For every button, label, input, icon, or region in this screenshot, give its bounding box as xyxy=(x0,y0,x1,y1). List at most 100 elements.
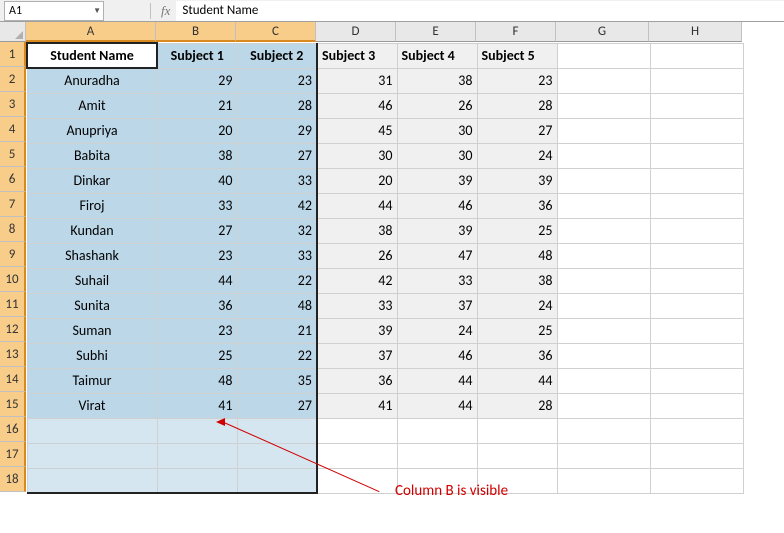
cell-3-F[interactable]: 28 xyxy=(477,93,557,118)
cell-17-D[interactable] xyxy=(317,443,397,468)
cell-16-C[interactable] xyxy=(237,418,317,443)
col-header-A[interactable]: A xyxy=(26,22,156,42)
cell-16-F[interactable] xyxy=(477,418,557,443)
row-header-18[interactable]: 18 xyxy=(0,467,26,492)
col-header-E[interactable]: E xyxy=(396,22,476,42)
cell-8-E[interactable]: 39 xyxy=(397,218,477,243)
row-header-9[interactable]: 9 xyxy=(0,242,26,267)
cell-16-D[interactable] xyxy=(317,418,397,443)
cell-10-G[interactable] xyxy=(557,268,650,293)
cell-4-B[interactable]: 20 xyxy=(157,118,237,143)
cell-11-E[interactable]: 37 xyxy=(397,293,477,318)
row-header-2[interactable]: 2 xyxy=(0,67,26,92)
cell-14-F[interactable]: 44 xyxy=(477,368,557,393)
cell-12-E[interactable]: 24 xyxy=(397,318,477,343)
cell-12-A[interactable]: Suman xyxy=(27,318,157,343)
cell-1-E[interactable]: Subject 4 xyxy=(397,43,477,68)
cell-8-B[interactable]: 27 xyxy=(157,218,237,243)
cell-12-B[interactable]: 23 xyxy=(157,318,237,343)
cell-18-G[interactable] xyxy=(557,468,650,493)
cell-10-F[interactable]: 38 xyxy=(477,268,557,293)
cell-17-B[interactable] xyxy=(157,443,237,468)
row-header-8[interactable]: 8 xyxy=(0,217,26,242)
cell-3-D[interactable]: 46 xyxy=(317,93,397,118)
cell-7-A[interactable]: Firoj xyxy=(27,193,157,218)
cell-2-E[interactable]: 38 xyxy=(397,68,477,93)
cell-17-A[interactable] xyxy=(27,443,157,468)
cell-2-F[interactable]: 23 xyxy=(477,68,557,93)
cell-6-C[interactable]: 33 xyxy=(237,168,317,193)
cell-9-A[interactable]: Shashank xyxy=(27,243,157,268)
row-header-10[interactable]: 10 xyxy=(0,267,26,292)
cell-15-E[interactable]: 44 xyxy=(397,393,477,418)
cell-11-D[interactable]: 33 xyxy=(317,293,397,318)
cell-7-E[interactable]: 46 xyxy=(397,193,477,218)
cell-13-F[interactable]: 36 xyxy=(477,343,557,368)
cell-18-A[interactable] xyxy=(27,468,157,493)
cell-6-D[interactable]: 20 xyxy=(317,168,397,193)
formula-input[interactable]: Student Name xyxy=(176,1,784,21)
row-header-17[interactable]: 17 xyxy=(0,442,26,467)
cell-10-B[interactable]: 44 xyxy=(157,268,237,293)
cell-6-H[interactable] xyxy=(650,168,743,193)
row-header-13[interactable]: 13 xyxy=(0,342,26,367)
cell-10-D[interactable]: 42 xyxy=(317,268,397,293)
cell-16-G[interactable] xyxy=(557,418,650,443)
cell-7-C[interactable]: 42 xyxy=(237,193,317,218)
cell-1-H[interactable] xyxy=(650,43,743,68)
cell-5-B[interactable]: 38 xyxy=(157,143,237,168)
cell-18-B[interactable] xyxy=(157,468,237,493)
cell-8-H[interactable] xyxy=(650,218,743,243)
cell-4-G[interactable] xyxy=(557,118,650,143)
col-header-B[interactable]: B xyxy=(156,22,236,42)
cell-12-H[interactable] xyxy=(650,318,743,343)
cell-8-F[interactable]: 25 xyxy=(477,218,557,243)
cell-3-G[interactable] xyxy=(557,93,650,118)
cell-9-C[interactable]: 33 xyxy=(237,243,317,268)
cell-17-H[interactable] xyxy=(650,443,743,468)
row-header-16[interactable]: 16 xyxy=(0,417,26,442)
cell-5-H[interactable] xyxy=(650,143,743,168)
cell-7-D[interactable]: 44 xyxy=(317,193,397,218)
cell-18-H[interactable] xyxy=(650,468,743,493)
cell-1-F[interactable]: Subject 5 xyxy=(477,43,557,68)
cell-6-F[interactable]: 39 xyxy=(477,168,557,193)
cell-2-C[interactable]: 23 xyxy=(237,68,317,93)
cell-1-D[interactable]: Subject 3 xyxy=(317,43,397,68)
cell-4-H[interactable] xyxy=(650,118,743,143)
cell-3-B[interactable]: 21 xyxy=(157,93,237,118)
cell-11-F[interactable]: 24 xyxy=(477,293,557,318)
cell-10-E[interactable]: 33 xyxy=(397,268,477,293)
cell-1-C[interactable]: Subject 2 xyxy=(237,43,317,68)
cell-15-C[interactable]: 27 xyxy=(237,393,317,418)
cell-14-A[interactable]: Taimur xyxy=(27,368,157,393)
cell-13-B[interactable]: 25 xyxy=(157,343,237,368)
cell-14-B[interactable]: 48 xyxy=(157,368,237,393)
cell-12-G[interactable] xyxy=(557,318,650,343)
select-all-corner[interactable] xyxy=(0,22,26,42)
row-header-15[interactable]: 15 xyxy=(0,392,26,417)
cell-15-D[interactable]: 41 xyxy=(317,393,397,418)
cell-13-D[interactable]: 37 xyxy=(317,343,397,368)
cell-14-D[interactable]: 36 xyxy=(317,368,397,393)
cell-10-C[interactable]: 22 xyxy=(237,268,317,293)
cell-10-A[interactable]: Suhail xyxy=(27,268,157,293)
cell-14-G[interactable] xyxy=(557,368,650,393)
cell-4-E[interactable]: 30 xyxy=(397,118,477,143)
row-header-5[interactable]: 5 xyxy=(0,142,26,167)
cell-15-A[interactable]: Virat xyxy=(27,393,157,418)
cell-8-G[interactable] xyxy=(557,218,650,243)
row-header-3[interactable]: 3 xyxy=(0,92,26,117)
cell-3-H[interactable] xyxy=(650,93,743,118)
cell-16-A[interactable] xyxy=(27,418,157,443)
cell-5-A[interactable]: Babita xyxy=(27,143,157,168)
cell-11-C[interactable]: 48 xyxy=(237,293,317,318)
cell-8-C[interactable]: 32 xyxy=(237,218,317,243)
cell-13-G[interactable] xyxy=(557,343,650,368)
cell-9-D[interactable]: 26 xyxy=(317,243,397,268)
cell-17-G[interactable] xyxy=(557,443,650,468)
cell-15-B[interactable]: 41 xyxy=(157,393,237,418)
cell-7-G[interactable] xyxy=(557,193,650,218)
cell-14-E[interactable]: 44 xyxy=(397,368,477,393)
cell-14-C[interactable]: 35 xyxy=(237,368,317,393)
